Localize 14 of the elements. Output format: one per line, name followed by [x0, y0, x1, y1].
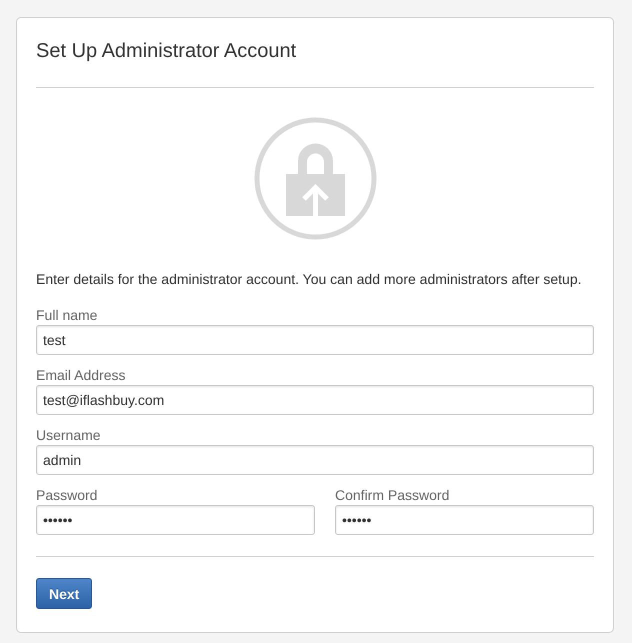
- instruction-text: Enter details for the administrator account. You can add more administrators after setup.: [36, 270, 583, 289]
- page-title: Set Up Administrator Account: [36, 39, 296, 64]
- field-label: Email Address: [36, 366, 126, 385]
- next-button[interactable]: Next: [36, 578, 92, 609]
- text-field[interactable]: admin: [36, 445, 594, 475]
- text-field[interactable]: ••••••: [335, 505, 594, 535]
- text-field[interactable]: test@iflashbuy.com: [36, 385, 594, 415]
- field-label: Full name: [36, 306, 98, 325]
- field-label: Password: [36, 486, 98, 505]
- text-field[interactable]: ••••••: [36, 505, 315, 535]
- padlock-icon: [254, 117, 376, 240]
- field-label: Username: [36, 426, 101, 445]
- field-label: Confirm Password: [335, 486, 450, 505]
- text-field[interactable]: test: [36, 325, 594, 355]
